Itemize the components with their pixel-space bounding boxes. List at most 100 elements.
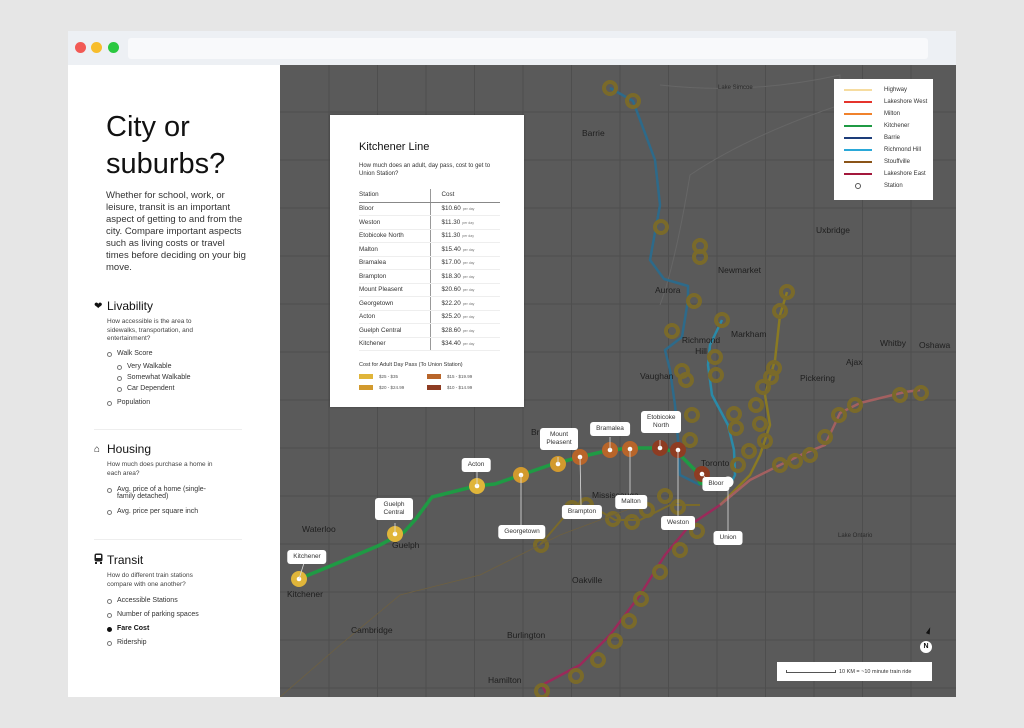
station-cost: $11.30 per day — [430, 229, 500, 243]
city-label: Barrie — [582, 128, 605, 138]
barrie-station — [692, 249, 708, 265]
radio-icon[interactable] — [117, 364, 122, 370]
city-label: Whitby — [880, 338, 906, 348]
station-cost: $18.30 per day — [430, 269, 500, 284]
city-label: Toronto — [701, 458, 730, 468]
option-fare-cost[interactable]: Fare Cost — [107, 625, 254, 632]
legend-item: Lakeshore East — [844, 171, 926, 177]
section-heading: Transit — [107, 553, 144, 567]
station-label-etobicoke-north[interactable]: Etobicoke North — [641, 411, 681, 433]
city-label: Burlington — [507, 630, 546, 640]
station-label-guelph-central[interactable]: Guelph Central — [375, 498, 413, 520]
richmond-hill-station — [728, 420, 744, 436]
radio-icon[interactable] — [107, 510, 112, 515]
lakeshore-west-station — [672, 542, 688, 558]
color-swatch — [427, 374, 441, 379]
fare-legend-item: $10 - $14.99 — [427, 385, 472, 390]
divider — [94, 539, 242, 540]
station-label-bramalea[interactable]: Bramalea — [590, 422, 630, 436]
legend-item: Barrie — [844, 135, 900, 141]
map-legend: Highway Lakeshore West Milton Kitchener Barr… — [834, 79, 933, 200]
section-heading: Livability — [107, 299, 154, 313]
option-walk-score[interactable]: Walk Score — [107, 350, 254, 357]
fare-row: Kitchener $34.40 per day — [359, 337, 500, 351]
city-label: Oakville — [572, 575, 603, 585]
radio-selected-icon[interactable] — [107, 627, 112, 632]
lakeshore-west-station — [590, 652, 606, 668]
barrie-station — [682, 432, 698, 448]
option-accessible-stations[interactable]: Accessible Stations — [107, 597, 254, 604]
station-label-georgetown[interactable]: Georgetown — [498, 525, 546, 539]
lakeshore-west-station — [621, 613, 637, 629]
station-name: Bramalea — [359, 256, 431, 270]
station-cost: $28.60 per day — [430, 323, 500, 338]
lakeshore-east-station — [802, 447, 818, 463]
radio-icon[interactable] — [107, 641, 112, 646]
city-label: Uxbridge — [816, 225, 851, 235]
lakeshore-east-station — [892, 387, 908, 403]
city-label: Vaughan — [640, 371, 674, 381]
milton-station — [624, 514, 640, 530]
line-swatch — [844, 89, 872, 91]
richmond-hill-station — [726, 406, 742, 422]
radio-icon[interactable] — [107, 613, 112, 618]
city-label: Lake Simcoe — [718, 85, 753, 91]
station-name: Acton — [359, 310, 431, 324]
fare-legend-title: Cost for Adult Day Pass (To Union Statio… — [359, 362, 463, 368]
station-cost: $34.40 per day — [430, 337, 500, 351]
line-swatch — [844, 137, 872, 139]
station-label-brampton[interactable]: Brampton — [561, 505, 603, 519]
fare-info-card: Kitchener Line How much does an adult, d… — [330, 115, 524, 407]
house-icon: ⌂ — [94, 443, 101, 455]
legend-item: Station — [844, 183, 903, 189]
legend-item: Milton — [844, 111, 900, 117]
section-question: How do different train stations compare … — [107, 572, 193, 588]
station-label-weston[interactable]: Weston — [661, 516, 695, 530]
legend-item: Kitchener — [844, 123, 909, 129]
option-population[interactable]: Population — [107, 399, 254, 406]
radio-icon[interactable] — [107, 599, 112, 604]
city-label: Lake Ontario — [838, 533, 873, 539]
city-label: Kitchener — [287, 589, 323, 599]
station-label-union[interactable]: Union — [713, 531, 743, 545]
station-icon — [855, 183, 861, 189]
radio-icon[interactable] — [107, 488, 112, 493]
fare-row: Acton $25.20 per day — [359, 310, 500, 324]
station-label-kitchener[interactable]: Kitchener — [287, 550, 327, 564]
station-name: Guelph Central — [359, 323, 431, 338]
option-price-per-square-inch[interactable]: Avg. price per square inch — [107, 508, 254, 515]
line-swatch — [844, 125, 872, 127]
option-parking-spaces[interactable]: Number of parking spaces — [107, 611, 254, 618]
fare-row: Malton $15.40 per day — [359, 242, 500, 257]
city-label: Aurora — [655, 285, 681, 295]
lakeshore-west-station — [568, 668, 584, 684]
station-label-bloor[interactable]: Bloor — [702, 477, 730, 491]
close-window-button[interactable] — [75, 42, 86, 53]
barrie-station — [653, 219, 669, 235]
lakeshore-west-station — [534, 683, 550, 697]
station-label-malton[interactable]: Malton — [615, 495, 647, 509]
option-very-walkable[interactable]: Very Walkable — [117, 363, 254, 370]
radio-icon[interactable] — [117, 386, 122, 392]
station-label-acton[interactable]: Acton — [461, 458, 491, 472]
transit-map[interactable]: Lake Simcoe Barrie Uxbridge Newmarket Au… — [280, 65, 956, 697]
line-swatch — [844, 101, 872, 103]
lakeshore-east-station — [817, 429, 833, 445]
option-avg-home-price[interactable]: Avg. price of a home (single-family deta… — [107, 486, 207, 500]
option-ridership[interactable]: Ridership — [107, 639, 254, 646]
option-somewhat-walkable[interactable]: Somewhat Walkable — [117, 374, 254, 381]
radio-icon[interactable] — [117, 375, 122, 381]
radio-icon[interactable] — [107, 351, 112, 357]
maximize-window-button[interactable] — [108, 42, 119, 53]
radio-icon[interactable] — [107, 400, 112, 406]
lakeshore-east-station — [787, 453, 803, 469]
address-bar[interactable] — [128, 38, 928, 59]
option-car-dependent[interactable]: Car Dependent — [117, 385, 254, 392]
city-label: Guelph — [392, 540, 420, 550]
minimize-window-button[interactable] — [91, 42, 102, 53]
column-header-cost: Cost — [430, 189, 500, 203]
fare-row: Brampton $18.30 per day — [359, 269, 500, 284]
page-title: City or suburbs? — [106, 111, 226, 180]
station-label-mount-pleasent[interactable]: Mount Pleasent — [540, 428, 578, 450]
color-swatch — [359, 374, 373, 379]
